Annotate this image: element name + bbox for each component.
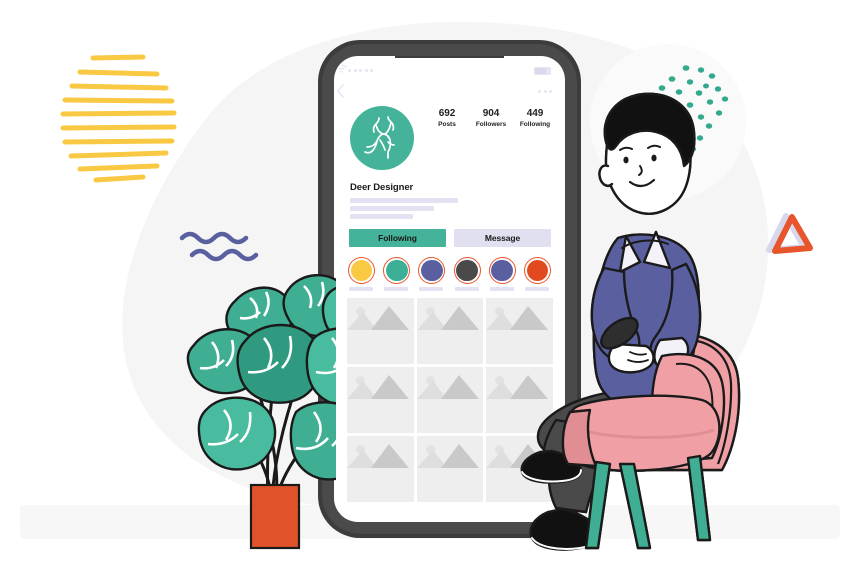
highlight-caption (349, 287, 373, 291)
highlight-ring (418, 257, 446, 284)
highlight-caption (419, 287, 444, 291)
status-bar (336, 64, 563, 78)
yellow-striped-circle (60, 54, 177, 183)
more-dots-icon[interactable] (538, 90, 552, 93)
highlight-item[interactable] (523, 257, 553, 291)
image-placeholder-icon (416, 306, 479, 330)
highlight-ring (453, 257, 481, 284)
image-placeholder-icon (416, 444, 479, 468)
stat-label: Posts (438, 121, 456, 128)
stat-label: Followers (475, 121, 507, 128)
stat-posts: 692 Posts (426, 108, 468, 130)
stat-value: 904 (482, 108, 500, 119)
highlight-item[interactable] (418, 257, 447, 291)
highlight-ring (488, 257, 516, 284)
grid-cell[interactable] (486, 436, 553, 502)
highlight-ring (383, 257, 411, 284)
orange-triangle-outline (766, 213, 813, 254)
profile-stats: 692 Posts 904 Followers 449 Following (426, 108, 556, 130)
image-placeholder-icon (486, 444, 548, 468)
chevron-left-icon[interactable] (336, 84, 345, 98)
bio-line (350, 198, 458, 203)
profile-actions: Following Message (349, 229, 551, 247)
deer-logo-icon (364, 116, 395, 159)
grid-cell[interactable] (347, 298, 414, 364)
grid-cell[interactable] (347, 367, 414, 433)
bio-line (350, 206, 434, 211)
message-button[interactable]: Message (454, 229, 551, 247)
stat-following[interactable]: 449 Following (514, 108, 556, 130)
image-placeholder-icon (347, 375, 409, 399)
highlight-ring (523, 257, 551, 284)
image-placeholder-icon (347, 306, 409, 330)
grid-cell[interactable] (486, 298, 553, 364)
stat-followers[interactable]: 904 Followers (470, 108, 512, 130)
grid-cell[interactable] (347, 436, 414, 502)
wifi-icon (336, 64, 347, 73)
highlight-item[interactable] (488, 257, 518, 291)
stat-label: Following (519, 121, 551, 128)
following-button[interactable]: Following (349, 229, 446, 247)
image-placeholder-icon (416, 375, 479, 399)
signal-dots-icon (348, 69, 373, 72)
grid-cell[interactable] (416, 436, 483, 502)
battery-icon (534, 67, 551, 75)
profile-bio-placeholder (350, 198, 470, 222)
illustration-stage: 692 Posts 904 Followers 449 Following De… (0, 0, 860, 566)
screen-nav-bar (336, 84, 563, 100)
highlight-item[interactable] (383, 257, 412, 291)
stat-value: 692 (438, 108, 456, 119)
highlight-item[interactable] (453, 257, 483, 291)
highlight-caption (524, 287, 549, 291)
grid-cell[interactable] (486, 367, 553, 433)
grid-cell[interactable] (416, 298, 483, 364)
highlight-item[interactable] (348, 257, 377, 291)
bio-line (350, 214, 413, 219)
phone-screen: 692 Posts 904 Followers 449 Following De… (336, 58, 563, 520)
story-highlights (348, 257, 553, 291)
stat-value: 449 (526, 108, 544, 119)
highlight-caption (384, 287, 409, 291)
image-placeholder-icon (486, 375, 548, 399)
plant-pot (249, 483, 301, 550)
avatar[interactable] (350, 106, 414, 170)
profile-username: Deer Designer (350, 182, 414, 193)
photo-grid (347, 298, 553, 502)
highlight-ring (348, 257, 375, 284)
image-placeholder-icon (347, 444, 409, 468)
highlight-caption (489, 287, 514, 291)
grid-cell[interactable] (416, 367, 483, 433)
highlight-caption (454, 287, 479, 291)
image-placeholder-icon (486, 306, 548, 330)
